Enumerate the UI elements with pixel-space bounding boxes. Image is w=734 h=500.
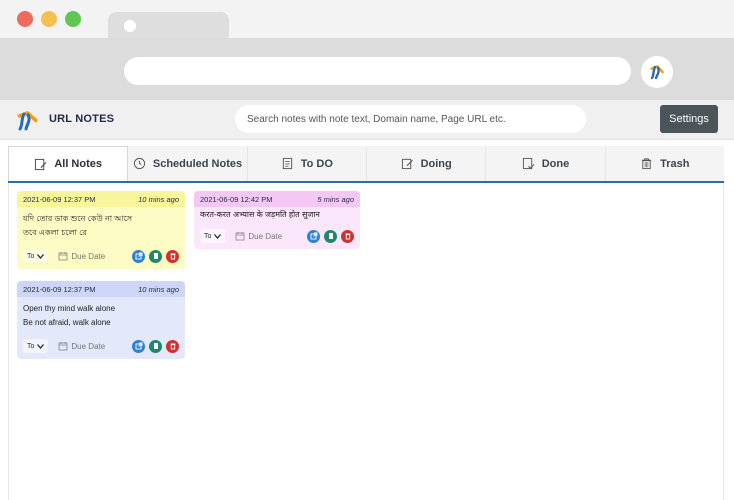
tab-to-do[interactable]: To DO — [247, 146, 367, 181]
address-bar[interactable] — [124, 57, 631, 85]
note-relative-time: 10 mins ago — [138, 284, 179, 294]
open-link-icon — [310, 232, 317, 240]
open-note-button[interactable] — [132, 339, 145, 353]
due-date-label: Due Date — [71, 251, 106, 261]
note-line: Be not afraid, walk alone — [23, 318, 111, 327]
chevron-down-icon — [37, 343, 45, 349]
note-relative-time: 5 mins ago — [317, 194, 354, 204]
note-line: যদি তোর ডাক শুনে কেউ না আসে — [23, 214, 133, 223]
notes-tab-bar: All Notes Scheduled Notes To DO Doing Do… — [8, 146, 724, 183]
settings-button[interactable]: Settings — [660, 105, 718, 133]
calendar-icon — [236, 232, 245, 241]
chevron-down-icon — [37, 253, 45, 259]
open-note-button[interactable] — [132, 249, 145, 263]
search-input[interactable] — [235, 105, 586, 133]
notes-content-area: 2021-06-09 12:37 PM 10 mins ago যদি তোর … — [8, 183, 724, 500]
tab-label: Trash — [660, 157, 690, 170]
tab-favicon-icon — [124, 20, 136, 32]
note-card[interactable]: 2021-06-09 12:37 PM 10 mins ago Open thy… — [17, 281, 185, 359]
document-icon — [282, 157, 292, 170]
note-timestamp: 2021-06-09 12:37 PM — [23, 284, 96, 294]
note-timestamp: 2021-06-09 12:42 PM — [200, 194, 273, 204]
status-select[interactable]: To — [23, 339, 49, 353]
note-footer: To Due Date — [23, 338, 179, 354]
delete-note-button[interactable] — [166, 249, 179, 263]
status-select[interactable]: To — [23, 249, 49, 263]
browser-toolbar — [0, 38, 734, 100]
note-footer: To Due Date — [23, 248, 179, 264]
note-relative-time: 10 mins ago — [138, 194, 179, 204]
open-note-button[interactable] — [307, 229, 320, 243]
copy-note-button[interactable] — [324, 229, 337, 243]
note-card[interactable]: 2021-06-09 12:42 PM 5 mins ago करत-करत अ… — [194, 191, 360, 249]
clock-icon — [133, 157, 145, 170]
tab-done[interactable]: Done — [486, 146, 606, 181]
status-value: To — [27, 342, 35, 350]
tab-label: To DO — [300, 157, 333, 170]
tab-label: Done — [541, 157, 570, 170]
note-line: करत-करत अभ्यास के जड़मति होत सुजान — [200, 210, 320, 219]
due-date-label: Due Date — [248, 231, 283, 241]
note-actions — [132, 339, 179, 353]
app-header: URL NOTES Settings — [0, 100, 734, 140]
app-title: URL NOTES — [49, 113, 115, 125]
note-body: Open thy mind walk alone Be not afraid, … — [17, 297, 185, 330]
note-card[interactable]: 2021-06-09 12:37 PM 10 mins ago যদি তোর … — [17, 191, 185, 269]
url-notes-logo-icon — [650, 65, 664, 80]
note-timestamp: 2021-06-09 12:37 PM — [23, 194, 96, 204]
note-header: 2021-06-09 12:37 PM 10 mins ago — [17, 281, 185, 297]
due-date-picker[interactable]: Due Date — [58, 251, 105, 261]
note-line: তবে একলা চলো রে — [23, 228, 87, 237]
calendar-icon — [59, 252, 68, 261]
note-actions — [307, 229, 354, 243]
delete-note-button[interactable] — [166, 339, 179, 353]
status-select[interactable]: To — [200, 229, 226, 243]
done-doc-icon — [522, 157, 535, 170]
status-value: To — [27, 252, 35, 260]
chevron-down-icon — [214, 233, 222, 239]
browser-tab[interactable] — [108, 12, 229, 38]
tab-label: Scheduled Notes — [152, 157, 243, 170]
trash-icon — [170, 253, 175, 260]
trash-icon — [170, 343, 175, 350]
copy-icon — [153, 253, 158, 259]
note-header: 2021-06-09 12:37 PM 10 mins ago — [17, 191, 185, 207]
tab-doing[interactable]: Doing — [366, 146, 487, 181]
close-window-button[interactable] — [17, 11, 33, 27]
due-date-picker[interactable]: Due Date — [58, 341, 105, 351]
status-value: To — [204, 232, 212, 240]
copy-icon — [153, 343, 158, 349]
edit-note-icon — [35, 158, 47, 170]
minimize-window-button[interactable] — [41, 11, 57, 27]
copy-note-button[interactable] — [149, 249, 162, 263]
note-body: करत-करत अभ्यास के जड़मति होत सुजान — [194, 207, 360, 222]
open-link-icon — [135, 342, 142, 350]
browser-tab-strip — [0, 0, 734, 38]
due-date-label: Due Date — [71, 341, 106, 351]
browser-window-chrome — [0, 0, 734, 100]
note-body: যদি তোর ডাক শুনে কেউ না আসে তবে একলা চলো… — [17, 207, 185, 240]
url-notes-logo-icon — [17, 111, 38, 131]
due-date-picker[interactable]: Due Date — [235, 231, 282, 241]
copy-note-button[interactable] — [149, 339, 162, 353]
calendar-icon — [59, 342, 68, 351]
note-actions — [132, 249, 179, 263]
pencil-doc-icon — [401, 158, 413, 170]
url-notes-extension-icon[interactable] — [641, 56, 673, 88]
open-link-icon — [135, 252, 142, 260]
copy-icon — [328, 233, 333, 239]
note-header: 2021-06-09 12:42 PM 5 mins ago — [194, 191, 360, 207]
tab-all-notes[interactable]: All Notes — [8, 146, 129, 181]
delete-note-button[interactable] — [341, 229, 354, 243]
tab-trash[interactable]: Trash — [605, 146, 724, 181]
maximize-window-button[interactable] — [65, 11, 81, 27]
note-line: Open thy mind walk alone — [23, 304, 116, 313]
trash-icon — [345, 233, 350, 240]
trash-icon — [641, 158, 652, 170]
tab-label: All Notes — [54, 158, 102, 170]
tab-scheduled-notes[interactable]: Scheduled Notes — [128, 146, 248, 181]
note-footer: To Due Date — [200, 228, 354, 244]
tab-label: Doing — [420, 157, 452, 170]
